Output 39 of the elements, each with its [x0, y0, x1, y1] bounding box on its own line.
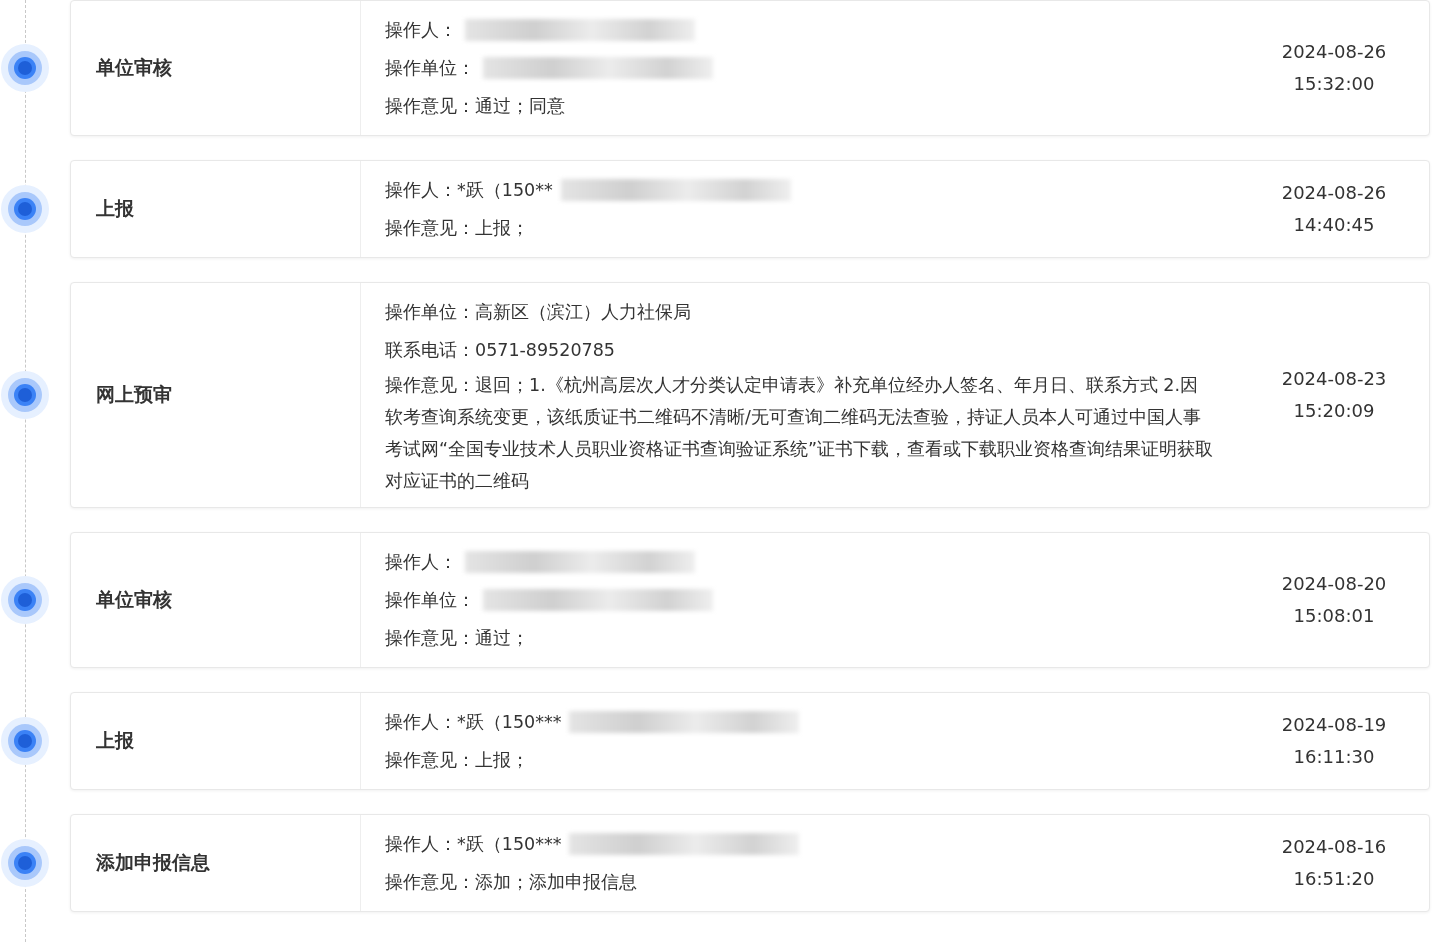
timeline-dot-icon [0, 43, 50, 93]
record-title: 上报 [71, 161, 361, 257]
timeline-dot-icon [0, 370, 50, 420]
field-text: 联系电话：0571-89520785 [385, 339, 615, 362]
record-date: 2024-08-23 [1281, 367, 1387, 391]
field-text: 操作意见：通过； [385, 627, 529, 650]
field-text: 操作单位：高新区（滨江）人力社保局 [385, 301, 691, 324]
record-date: 2024-08-26 [1281, 40, 1387, 64]
record-date: 2024-08-20 [1281, 572, 1387, 596]
record-date: 2024-08-16 [1281, 835, 1387, 859]
record-time: 14:40:45 [1293, 213, 1375, 237]
record-time: 15:20:09 [1293, 399, 1375, 423]
field-text: 操作意见：退回；1.《杭州高层次人才分类认定申请表》补充单位经办人签名、年月日、联系方式 2.因软考查询系统变更，该纸质证书二维码不清晰/无可查询二维码无法查验，持证人员本人可通过中国人事考试网“全国专业技术人员职业资格证书查询验证系统”证书下载，查看或下载职业资格查询结果证明获取对应证书的二维码 [385, 374, 1215, 493]
timeline-dot-icon [0, 184, 50, 234]
field-text: 操作人：*跃（150** [385, 179, 553, 202]
record-title: 单位审核 [71, 1, 361, 135]
record-title: 单位审核 [71, 533, 361, 667]
field-text: 操作意见：上报； [385, 217, 529, 240]
field-text: 操作人： [385, 551, 457, 574]
record-title: 上报 [71, 693, 361, 789]
record-time: 15:32:00 [1293, 72, 1375, 96]
field-text: 操作人： [385, 19, 457, 42]
record-time: 16:11:30 [1293, 745, 1375, 769]
timeline-dot-icon [0, 575, 50, 625]
record-title: 添加申报信息 [71, 815, 361, 911]
record-title: 网上预审 [71, 283, 361, 507]
timeline-dot-icon [0, 838, 50, 888]
record-time: 16:51:20 [1293, 867, 1375, 891]
field-text: 操作单位： [385, 589, 475, 612]
field-text: 操作人：*跃（150*** [385, 833, 562, 856]
record-time: 15:08:01 [1293, 604, 1375, 628]
timeline-dot-icon [0, 716, 50, 766]
field-text: 操作意见：上报； [385, 749, 529, 772]
field-text: 操作单位： [385, 57, 475, 80]
field-text: 操作意见：添加；添加申报信息 [385, 871, 637, 894]
record-date: 2024-08-19 [1281, 713, 1387, 737]
field-text: 操作人：*跃（150*** [385, 711, 562, 734]
field-text: 操作意见：通过；同意 [385, 95, 565, 118]
record-date: 2024-08-26 [1281, 181, 1387, 205]
